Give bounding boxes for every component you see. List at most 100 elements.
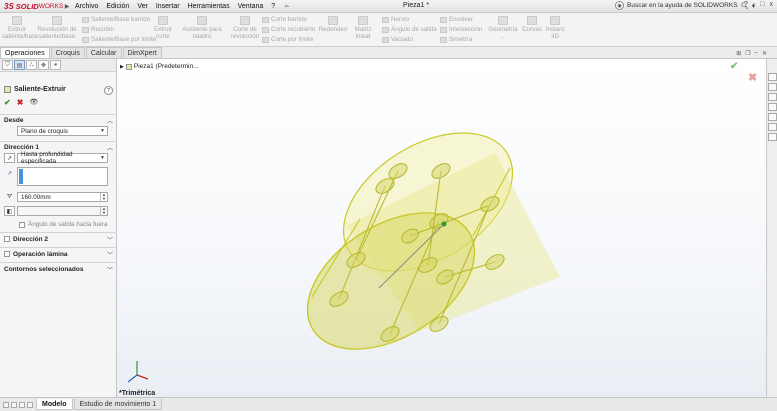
depth-spinner[interactable]: ▲ ▼ (100, 193, 107, 202)
cancel-button[interactable]: ✖ (17, 98, 24, 107)
custom-properties-icon[interactable] (768, 123, 777, 131)
lofted-cut-button[interactable]: Corte recubierto (262, 26, 315, 33)
direccion2-checkbox[interactable] (4, 236, 10, 242)
draft-toggle-icon[interactable]: ◧ (4, 206, 15, 216)
help-button[interactable]: ? (744, 1, 748, 8)
close-button[interactable]: x (770, 1, 774, 8)
feature-tree-flyout[interactable]: ▶ Pieza1 (Predetermin... (120, 63, 199, 70)
extrude-cut-button[interactable]: Extruir corte (152, 16, 174, 40)
tab-calcular[interactable]: Calcular (85, 47, 122, 58)
tab-operaciones[interactable]: Operaciones (0, 47, 50, 58)
design-library-icon[interactable] (768, 93, 777, 101)
menu-edicion[interactable]: Edición (102, 3, 133, 10)
pin-menu-icon[interactable]: ⇔ (279, 3, 294, 10)
prev-tab-icon[interactable] (11, 401, 17, 408)
instant3d-button[interactable]: Instant 3D (545, 16, 565, 40)
tab-motion-study[interactable]: Estudio de movimiento 1 (73, 399, 163, 410)
tab-modelo[interactable]: Modelo (36, 399, 73, 410)
help-search-input[interactable]: Buscar en la ayuda de SOLIDWORKS (627, 2, 738, 9)
extrude-boss-button[interactable]: Extruir saliente/base (2, 16, 38, 40)
ref-geometry-button[interactable]: Geometría ... (486, 16, 520, 40)
direction-reference-list[interactable] (17, 167, 108, 186)
boundary-boss-button[interactable]: Saliente/Base por límite (82, 36, 156, 43)
first-tab-icon[interactable] (3, 401, 9, 408)
menu-expand-icon[interactable]: ▶ (63, 3, 71, 10)
display-manager-tab-icon[interactable]: ◕ (50, 60, 61, 70)
rib-button[interactable]: Nervio (382, 16, 409, 23)
minimize-button[interactable]: - (753, 1, 755, 8)
intersect-button[interactable]: Intersección (440, 26, 482, 33)
curves-button[interactable]: Curvas (522, 16, 542, 33)
desde-section-header[interactable]: Desde ︿ (0, 114, 117, 125)
loft-button[interactable]: Recubrir (82, 26, 114, 33)
revolve-cut-button[interactable]: Corte de revolución (230, 16, 260, 40)
document-title: Pieza1 * (403, 2, 430, 9)
graphics-area[interactable]: ▶ Pieza1 (Predetermin... 🔎︎ ⌕ ↶ ◫ ⬚ ◩ ◉ … (117, 59, 766, 397)
property-manager-tab-icon[interactable]: ▤ (14, 60, 25, 70)
draft-button[interactable]: Ángulo de salida (382, 26, 437, 33)
operacion-lamina-checkbox[interactable] (4, 251, 10, 257)
collapse-icon[interactable]: ︿ (107, 116, 113, 125)
depth-input[interactable]: 160.00mm ▲ ▼ (17, 192, 108, 202)
menu-insertar[interactable]: Insertar (152, 3, 184, 10)
help-search[interactable]: ◉ Buscar en la ayuda de SOLIDWORKS 🔍︎ ▾ (615, 1, 755, 10)
help-icon[interactable]: ? (104, 86, 113, 95)
minimize-icon[interactable]: – (755, 50, 758, 57)
reverse-direction-icon[interactable]: ↗ (4, 153, 15, 163)
contornos-section[interactable]: Contornos seleccionados ﹀ (0, 262, 117, 275)
swept-boss-button[interactable]: Saliente/Base barrido (82, 16, 150, 23)
tab-dimxpert[interactable]: DimXpert (122, 47, 162, 58)
wrap-icon (440, 16, 447, 23)
shell-button[interactable]: Vaciado (382, 36, 413, 43)
next-tab-icon[interactable] (19, 401, 25, 408)
fillet-button[interactable]: Redondeo (318, 16, 348, 33)
menu-herramientas[interactable]: Herramientas (184, 3, 234, 10)
menu-ventana[interactable]: Ventana (234, 3, 268, 10)
home-icon[interactable] (768, 73, 777, 81)
draft-angle-input[interactable]: ▲ ▼ (17, 206, 108, 216)
end-condition-select[interactable]: Hasta profundidad especificada ▼ (17, 151, 108, 165)
boundary-cut-button[interactable]: Corte por límite (262, 36, 313, 43)
file-explorer-icon[interactable] (768, 103, 777, 111)
restore-icon[interactable]: ❐ (745, 50, 750, 57)
preview-eye-icon[interactable]: 👁︎ (29, 98, 38, 107)
mirror-button[interactable]: Simetría (440, 36, 472, 43)
confirm-corner-accept-button[interactable]: ✔ (730, 61, 738, 72)
extrude-cut-icon (158, 16, 168, 25)
expand-icon[interactable]: ﹀ (107, 235, 113, 244)
direccion2-section[interactable]: Dirección 2 ﹀ (0, 232, 117, 245)
revolve-boss-button[interactable]: Revolución de saliente/base (36, 16, 78, 40)
close-icon[interactable]: ✕ (762, 50, 767, 57)
hole-wizard-button[interactable]: Asistente para taladro (176, 16, 228, 40)
expand-icon[interactable]: ﹀ (107, 265, 113, 274)
menu-archivo[interactable]: Archivo (71, 3, 102, 10)
intersect-icon (440, 26, 447, 33)
resources-icon[interactable] (768, 83, 777, 91)
accept-button[interactable]: ✔ (4, 98, 11, 107)
collapse-icon[interactable]: ︿ (107, 143, 113, 152)
appearances-icon[interactable] (768, 113, 777, 121)
feature-manager-tab-icon[interactable]: ⛉ (2, 60, 13, 70)
restore-button[interactable]: □ (760, 1, 764, 8)
desde-select[interactable]: Plano de croquis ▼ (17, 126, 108, 136)
expand-icon[interactable]: ﹀ (107, 250, 113, 259)
draft-angle-spinner[interactable]: ▲ ▼ (100, 207, 107, 216)
operacion-lamina-section[interactable]: Operación lámina ﹀ (0, 247, 117, 260)
tile-icon[interactable]: ⊞ (736, 50, 741, 57)
expand-icon[interactable]: ▶ (120, 64, 124, 70)
menu-help[interactable]: ? (267, 3, 279, 10)
wrap-button[interactable]: Envolver (440, 16, 473, 23)
confirm-corner-cancel-button[interactable]: ✖ (748, 71, 757, 84)
rib-icon (382, 16, 389, 23)
linear-pattern-button[interactable]: Matriz lineal (349, 16, 377, 40)
draft-outward-checkbox[interactable]: Ángulo de salida hacia fuera (19, 221, 107, 228)
configuration-manager-tab-icon[interactable]: ⛬ (26, 60, 37, 70)
solidworks-forum-icon[interactable] (768, 133, 777, 141)
last-tab-icon[interactable] (27, 401, 33, 408)
tab-croquis[interactable]: Croquis (50, 47, 85, 58)
menu-ver[interactable]: Ver (133, 3, 152, 10)
solidworks-logo[interactable]: 3S SOLID WORKS (0, 2, 63, 11)
drag-handle[interactable] (441, 221, 447, 227)
dimxpert-manager-tab-icon[interactable]: ✥ (38, 60, 49, 70)
swept-cut-button[interactable]: Corte barrido (262, 16, 307, 23)
